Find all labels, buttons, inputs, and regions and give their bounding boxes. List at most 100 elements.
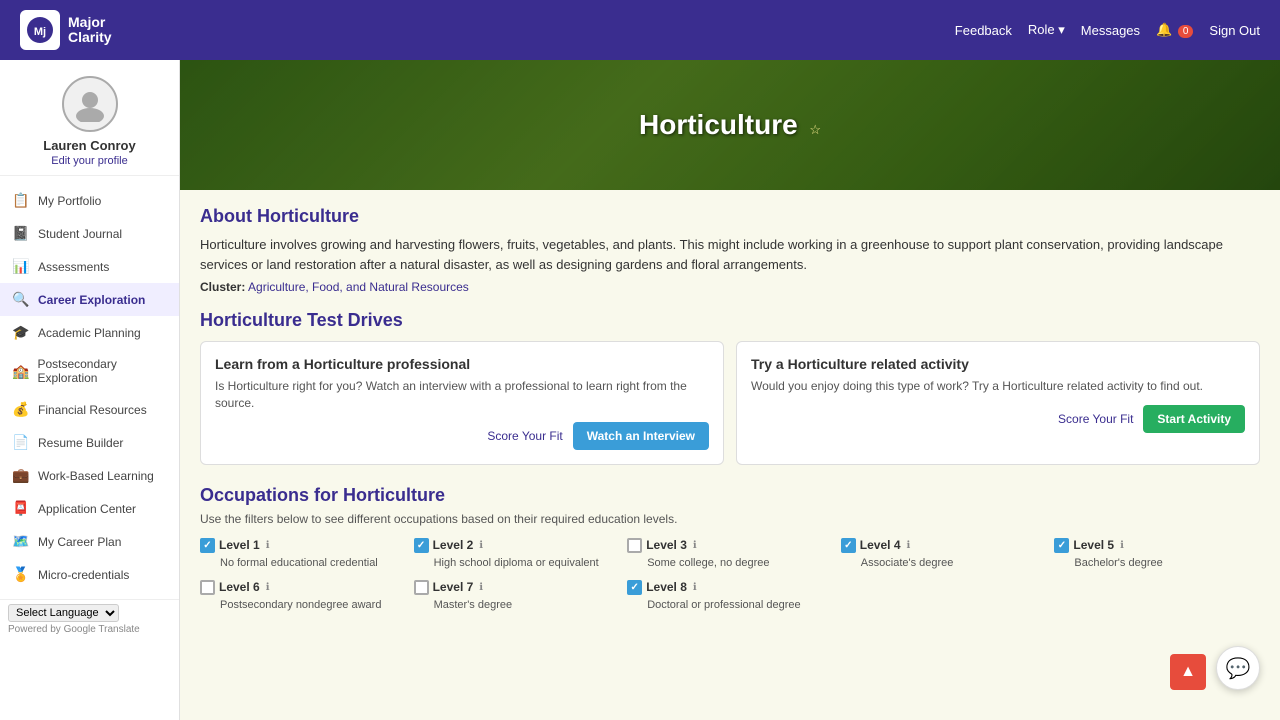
sidebar-item-career-plan[interactable]: 🗺️ My Career Plan [0,525,179,558]
level-7-label: Level 7 [433,580,474,594]
level-7-desc: Master's degree [414,598,620,612]
notification-count: 0 [1178,25,1194,38]
sidebar-item-postsecondary[interactable]: 🏫 Postsecondary Exploration [0,349,179,393]
level-3-info-icon: ℹ [693,540,697,551]
level-2-checkbox[interactable] [414,538,429,553]
sign-out-link[interactable]: Sign Out [1209,23,1260,38]
sidebar-item-label: Career Exploration [38,293,145,307]
level-2-info-icon: ℹ [479,540,483,551]
level-8-desc: Doctoral or professional degree [627,598,833,612]
level-4-info-icon: ℹ [907,540,911,551]
chat-button[interactable]: 💬 [1216,646,1260,690]
level-1-header: Level 1 ℹ [200,538,406,553]
sidebar-item-microcredentials[interactable]: 🏅 Micro-credentials [0,558,179,591]
feedback-link[interactable]: Feedback [955,23,1012,38]
logo-icon: Mj [20,10,60,50]
activity-card: Try a Horticulture related activity Woul… [736,341,1260,465]
resume-icon: 📄 [12,434,30,451]
score-your-fit-link-2[interactable]: Score Your Fit [1058,412,1133,426]
language-select[interactable]: Select Language [8,604,119,622]
sidebar-item-label: Postsecondary Exploration [37,357,167,385]
microcredentials-icon: 🏅 [12,566,30,583]
scroll-to-top-button[interactable]: ▲ [1170,654,1206,690]
level-2-desc: High school diploma or equivalent [414,556,620,570]
level-2-header: Level 2 ℹ [414,538,620,553]
postsecondary-icon: 🏫 [12,363,29,380]
occupations-description: Use the filters below to see different o… [200,512,1260,526]
interview-card-desc: Is Horticulture right for you? Watch an … [215,378,709,412]
edit-profile-link[interactable]: Edit your profile [51,155,127,167]
messages-link[interactable]: Messages [1081,23,1140,38]
interview-card-actions: Score Your Fit Watch an Interview [215,422,709,450]
journal-icon: 📓 [12,225,30,242]
test-drives-section-title: Horticulture Test Drives [200,310,1260,331]
main-content-area: Horticulture ☆ About Horticulture Hortic… [180,60,1280,720]
about-section: About Horticulture Horticulture involves… [200,206,1260,294]
score-your-fit-link-1[interactable]: Score Your Fit [487,429,562,443]
level-3-label: Level 3 [646,538,687,552]
sidebar-item-career-exploration[interactable]: 🔍 Career Exploration [0,283,179,316]
logo-text: Major Clarity [68,15,112,46]
about-description: Horticulture involves growing and harves… [200,235,1260,274]
sidebar-item-label: Student Journal [38,227,122,241]
avatar [62,76,118,132]
watch-interview-button[interactable]: Watch an Interview [573,422,709,450]
level-6-item: Level 6 ℹ Postsecondary nondegree award [200,580,406,612]
level-1-checkbox[interactable] [200,538,215,553]
application-icon: 📮 [12,500,30,517]
hero-title-container: Horticulture ☆ [639,109,821,141]
sidebar-item-label: Financial Resources [38,403,147,417]
logo[interactable]: Mj Major Clarity [20,10,112,50]
activity-card-title: Try a Horticulture related activity [751,356,1245,372]
level-1-desc: No formal educational credential [200,556,406,570]
sidebar-item-label: Academic Planning [38,326,141,340]
start-activity-button[interactable]: Start Activity [1143,405,1245,433]
sidebar: Lauren Conroy Edit your profile 📋 My Por… [0,60,180,720]
level-4-item: Level 4 ℹ Associate's degree [841,538,1047,570]
interview-card: Learn from a Horticulture professional I… [200,341,724,465]
level-1-info-icon: ℹ [266,540,270,551]
level-8-item: Level 8 ℹ Doctoral or professional degre… [627,580,833,612]
sidebar-item-assessments[interactable]: 📊 Assessments [0,250,179,283]
level-4-desc: Associate's degree [841,556,1047,570]
sidebar-item-workbased[interactable]: 💼 Work-Based Learning [0,459,179,492]
sidebar-item-journal[interactable]: 📓 Student Journal [0,217,179,250]
user-name: Lauren Conroy [43,138,135,153]
sidebar-item-financial[interactable]: 💰 Financial Resources [0,393,179,426]
activity-card-desc: Would you enjoy doing this type of work?… [751,378,1245,395]
cluster-info: Cluster: Agriculture, Food, and Natural … [200,280,1260,294]
sidebar-item-label: Resume Builder [38,436,123,450]
sidebar-item-label: Application Center [38,502,136,516]
user-profile: Lauren Conroy Edit your profile [0,60,179,176]
career-exploration-icon: 🔍 [12,291,30,308]
level-2-label: Level 2 [433,538,474,552]
sidebar-item-academic-planning[interactable]: 🎓 Academic Planning [0,316,179,349]
favorite-star-icon[interactable]: ☆ [809,122,821,137]
cluster-value[interactable]: Agriculture, Food, and Natural Resources [248,280,469,294]
level-5-checkbox[interactable] [1054,538,1069,553]
role-dropdown[interactable]: Role ▾ [1028,22,1065,38]
level-5-header: Level 5 ℹ [1054,538,1260,553]
level-5-desc: Bachelor's degree [1054,556,1260,570]
sidebar-nav: 📋 My Portfolio 📓 Student Journal 📊 Asses… [0,176,179,599]
level-4-label: Level 4 [860,538,901,552]
level-4-checkbox[interactable] [841,538,856,553]
notification-bell[interactable]: 🔔 0 [1156,22,1193,38]
sidebar-item-portfolio[interactable]: 📋 My Portfolio [0,184,179,217]
level-3-checkbox[interactable] [627,538,642,553]
level-8-header: Level 8 ℹ [627,580,833,595]
level-4-header: Level 4 ℹ [841,538,1047,553]
level-8-checkbox[interactable] [627,580,642,595]
level-1-label: Level 1 [219,538,260,552]
sidebar-item-application[interactable]: 📮 Application Center [0,492,179,525]
level-6-checkbox[interactable] [200,580,215,595]
level-5-info-icon: ℹ [1120,540,1124,551]
level-7-checkbox[interactable] [414,580,429,595]
level-3-desc: Some college, no degree [627,556,833,570]
test-drives-section: Horticulture Test Drives Learn from a Ho… [200,310,1260,465]
interview-card-title: Learn from a Horticulture professional [215,356,709,372]
top-navigation: Mj Major Clarity Feedback Role ▾ Message… [0,0,1280,60]
sidebar-item-resume[interactable]: 📄 Resume Builder [0,426,179,459]
nav-right: Feedback Role ▾ Messages 🔔 0 Sign Out [955,22,1260,38]
level-2-item: Level 2 ℹ High school diploma or equival… [414,538,620,570]
